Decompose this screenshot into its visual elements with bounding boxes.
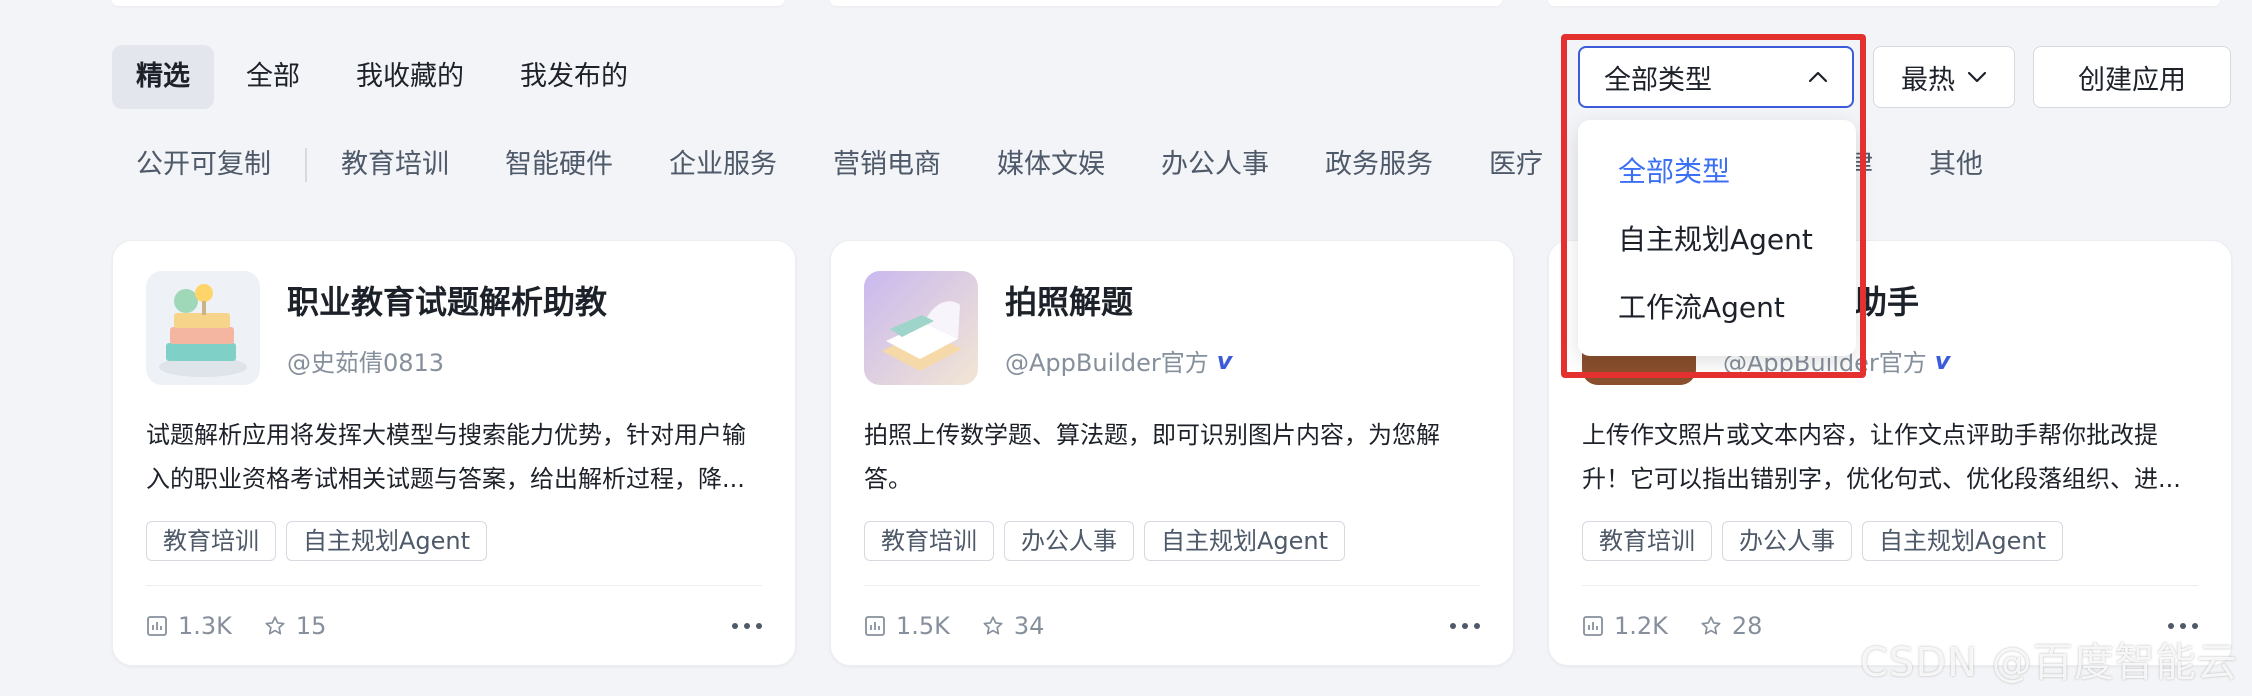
author-name: @AppBuilder官方 [1005, 349, 1209, 377]
tab-all[interactable]: 全部 [222, 45, 324, 109]
watermark: CSDN @百度智能云 [1860, 640, 2238, 686]
views-stat: 1.3K [146, 612, 232, 640]
dropdown-option-all-types[interactable]: 全部类型 [1618, 150, 1730, 190]
tag-list: 教育培训 办公人事 自主规划Agent [1582, 521, 2064, 561]
sort-label: 最热 [1901, 64, 1955, 96]
divider [146, 585, 762, 586]
category-public-copyable[interactable]: 公开可复制 [112, 140, 299, 190]
dropdown-option-workflow-agent[interactable]: 工作流Agent [1618, 286, 1785, 326]
app-card[interactable]: 拍照解题 @AppBuilder官方 v 拍照上传数学题、算法题，即可识别图片内… [830, 240, 1514, 666]
card-footer: 1.3K 15 [146, 606, 762, 646]
views-count: 1.3K [178, 612, 232, 640]
sort-dropdown[interactable]: 最热 [1873, 46, 2015, 108]
chart-icon [147, 616, 167, 636]
views-count: 1.5K [896, 612, 950, 640]
app-description: 试题解析应用将发挥大模型与搜索能力优势，针对用户输 入的职业资格考试相关试题与答… [146, 413, 764, 501]
card-footer: 1.5K 34 [864, 606, 1480, 646]
tag: 办公人事 [1004, 521, 1134, 561]
create-app-button[interactable]: 创建应用 [2033, 46, 2231, 108]
views-stat: 1.5K [864, 612, 950, 640]
tag: 办公人事 [1722, 521, 1852, 561]
tag: 教育培训 [1582, 521, 1712, 561]
category-medical[interactable]: 医疗 [1461, 140, 1571, 190]
category-other[interactable]: 其他 [1901, 140, 2011, 190]
tag: 自主规划Agent [286, 521, 488, 561]
star-icon [983, 616, 1003, 635]
star-icon [1701, 616, 1721, 635]
category-marketing[interactable]: 营销电商 [805, 140, 969, 190]
divider [864, 585, 1480, 586]
description-line: 入的职业资格考试相关试题与答案，给出解析过程，降... [146, 465, 745, 493]
author-name: @史茹倩0813 [287, 349, 445, 377]
tag: 教育培训 [146, 521, 276, 561]
verified-icon: v [1216, 346, 1233, 375]
more-icon[interactable] [2168, 623, 2198, 629]
tab-my-published[interactable]: 我发布的 [496, 45, 652, 109]
more-icon[interactable] [732, 623, 762, 629]
app-author: @AppBuilder官方 v [1005, 343, 1232, 378]
category-smart-hardware[interactable]: 智能硬件 [477, 140, 641, 190]
app-icon [146, 271, 260, 385]
divider [1582, 585, 2198, 586]
tag-list: 教育培训 办公人事 自主规划Agent [864, 521, 1346, 561]
dropdown-option-autonomous-agent[interactable]: 自主规划Agent [1618, 218, 1813, 258]
chart-icon [865, 616, 885, 636]
app-description: 拍照上传数学题、算法题，即可识别图片内容，为您解 答。 [864, 413, 1482, 501]
app-card[interactable]: 职业教育试题解析助教 @史茹倩0813 试题解析应用将发挥大模型与搜索能力优势，… [112, 240, 796, 666]
app-title: 拍照解题 [1005, 283, 1134, 321]
view-tabs: 精选 全部 我收藏的 我发布的 [112, 45, 660, 109]
category-government[interactable]: 政务服务 [1297, 140, 1461, 190]
app-title: 助手 [1855, 283, 1920, 321]
verified-icon: v [1934, 346, 1951, 375]
views-count: 1.2K [1614, 612, 1668, 640]
app-description: 上传作文照片或文本内容，让作文点评助手帮你批改提 升！它可以指出错别字，优化句式… [1582, 413, 2200, 501]
tag-list: 教育培训 自主规划Agent [146, 521, 488, 561]
favorites-stat: 34 [982, 612, 1045, 640]
star-icon [265, 616, 285, 635]
tag: 自主规划Agent [1144, 521, 1346, 561]
description-line: 拍照上传数学题、算法题，即可识别图片内容，为您解 [864, 421, 1440, 449]
type-select[interactable]: 全部类型 [1578, 46, 1854, 108]
description-line: 上传作文照片或文本内容，让作文点评助手帮你批改提 [1582, 421, 2158, 449]
favorites-count: 34 [1013, 612, 1045, 640]
more-icon[interactable] [1450, 623, 1480, 629]
favorites-stat: 15 [264, 612, 327, 640]
app-author: @史茹倩0813 [287, 343, 444, 378]
description-line: 答。 [864, 465, 912, 493]
tab-featured[interactable]: 精选 [112, 45, 214, 109]
card-fragment [112, 0, 784, 6]
favorites-count: 28 [1731, 612, 1763, 640]
chart-icon [1583, 616, 1603, 636]
tab-my-favorites[interactable]: 我收藏的 [332, 45, 488, 109]
description-line: 试题解析应用将发挥大模型与搜索能力优势，针对用户输 [146, 421, 746, 449]
type-select-value: 全部类型 [1604, 64, 1712, 96]
views-stat: 1.2K [1582, 612, 1668, 640]
category-enterprise[interactable]: 企业服务 [641, 140, 805, 190]
favorites-stat: 28 [1700, 612, 1763, 640]
app-title: 职业教育试题解析助教 [287, 283, 608, 321]
description-line: 升！它可以指出错别字，优化句式、优化段落组织、进... [1582, 465, 2181, 493]
card-fragment [830, 0, 1502, 6]
type-dropdown-menu: 全部类型 自主规划Agent 工作流Agent [1578, 120, 1856, 356]
tag: 教育培训 [864, 521, 994, 561]
category-office-hr[interactable]: 办公人事 [1133, 140, 1297, 190]
category-education[interactable]: 教育培训 [313, 140, 477, 190]
favorites-count: 15 [295, 612, 327, 640]
chevron-up-icon [1808, 71, 1828, 83]
tag: 自主规划Agent [1862, 521, 2064, 561]
chevron-down-icon [1967, 71, 1987, 83]
category-divider [305, 148, 307, 182]
app-icon [864, 271, 978, 385]
card-fragment [1548, 0, 2220, 6]
category-media[interactable]: 媒体文娱 [969, 140, 1133, 190]
